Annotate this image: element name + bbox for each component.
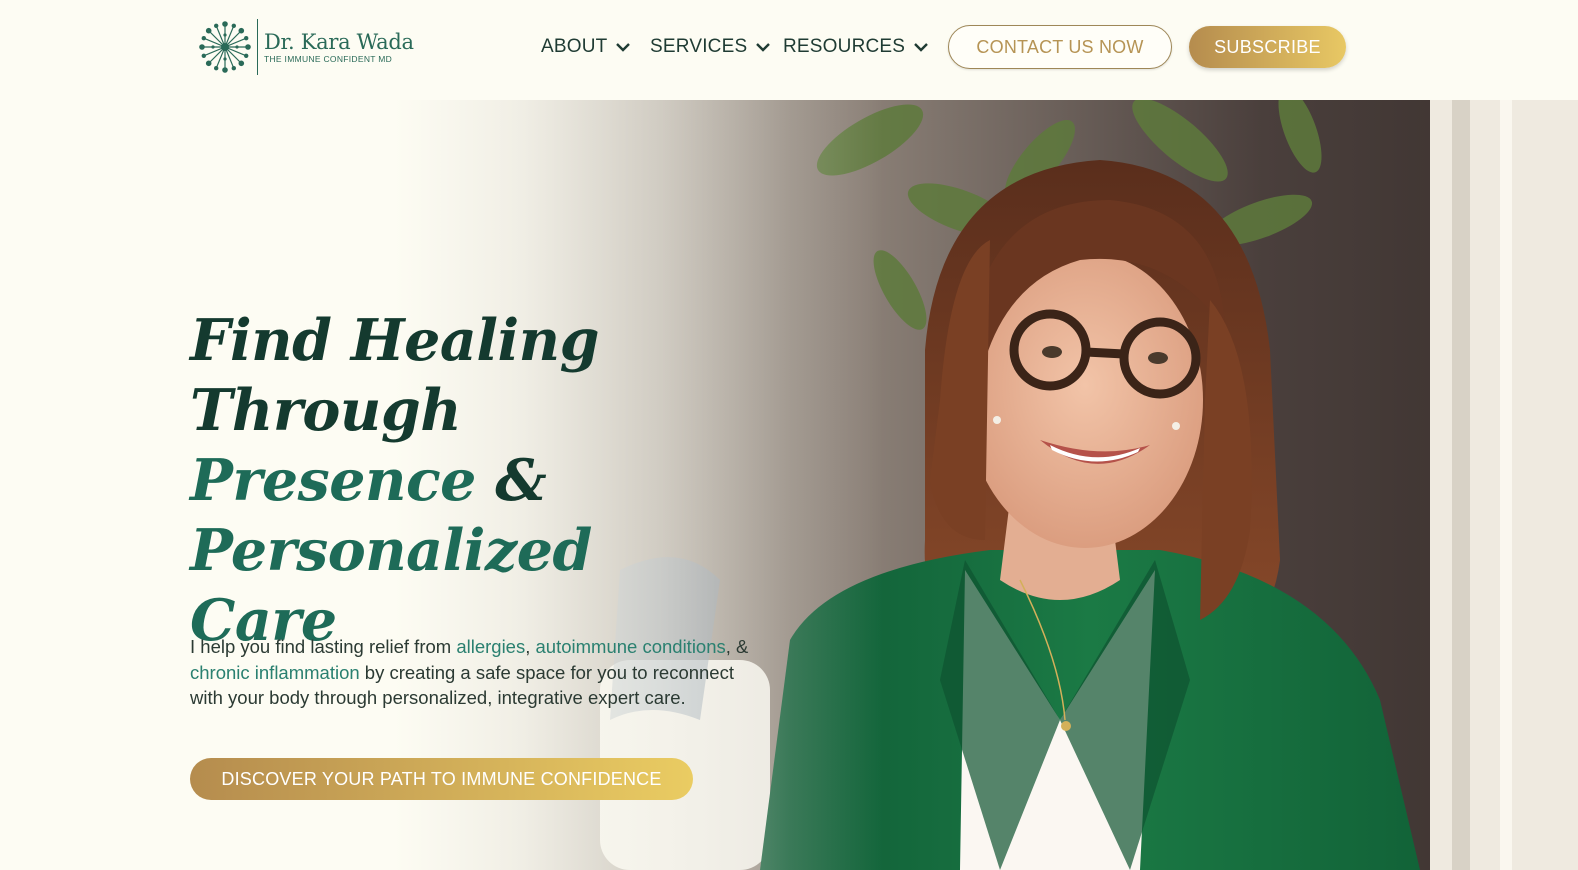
headline-accent-presence: Presence bbox=[190, 447, 496, 514]
nav-label: SERVICES bbox=[650, 36, 748, 57]
headline-ampersand: & bbox=[495, 447, 547, 514]
intro-separator: , bbox=[525, 636, 536, 657]
discover-path-button[interactable]: DISCOVER YOUR PATH TO IMMUNE CONFIDENCE bbox=[190, 758, 693, 800]
brand-name: Dr. Kara Wada bbox=[264, 30, 414, 54]
hero-intro: I help you find lasting relief from alle… bbox=[190, 634, 758, 711]
logo-divider bbox=[257, 19, 258, 75]
autoimmune-link[interactable]: autoimmune conditions bbox=[536, 636, 726, 657]
site-logo[interactable]: Dr. Kara Wada THE IMMUNE CONFIDENT MD bbox=[197, 18, 414, 76]
chevron-down-icon bbox=[756, 43, 771, 52]
chevron-down-icon bbox=[616, 43, 631, 52]
nav-item-services[interactable]: SERVICES bbox=[650, 32, 771, 62]
headline-line-2: Through bbox=[190, 377, 462, 444]
logo-text: Dr. Kara Wada THE IMMUNE CONFIDENT MD bbox=[264, 30, 414, 64]
dandelion-icon bbox=[199, 21, 251, 73]
intro-separator: , & bbox=[725, 636, 749, 657]
nav-label: RESOURCES bbox=[783, 36, 906, 57]
chronic-inflammation-link[interactable]: chronic inflammation bbox=[190, 662, 360, 683]
nav-item-resources[interactable]: RESOURCES bbox=[783, 32, 929, 62]
nav-item-about[interactable]: ABOUT bbox=[541, 32, 631, 62]
chevron-down-icon bbox=[914, 43, 929, 52]
contact-us-button[interactable]: CONTACT US NOW bbox=[948, 25, 1172, 69]
intro-text: I help you find lasting relief from bbox=[190, 636, 457, 657]
headline-line-1: Find Healing bbox=[190, 307, 599, 374]
allergies-link[interactable]: allergies bbox=[456, 636, 525, 657]
hero-headline: Find Healing Through Presence & Personal… bbox=[190, 306, 750, 656]
brand-tagline: THE IMMUNE CONFIDENT MD bbox=[264, 54, 393, 64]
hero-section: Find Healing Through Presence & Personal… bbox=[0, 100, 1578, 870]
nav-label: ABOUT bbox=[541, 36, 608, 57]
site-header: Dr. Kara Wada THE IMMUNE CONFIDENT MD AB… bbox=[0, 0, 1578, 100]
subscribe-button[interactable]: SUBSCRIBE bbox=[1189, 26, 1346, 68]
